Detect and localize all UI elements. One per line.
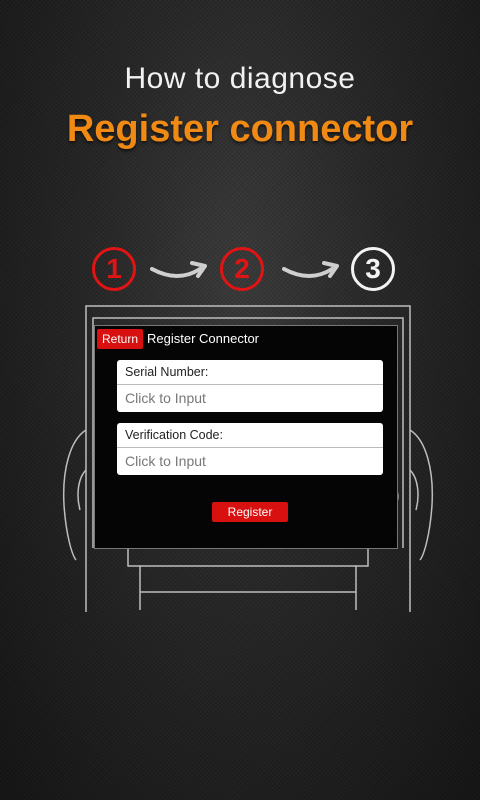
return-button[interactable]: Return <box>97 329 144 349</box>
screen-topbar: Return Register Connector <box>95 326 397 352</box>
device-screen: Return Register Connector Serial Number:… <box>94 325 398 549</box>
serial-number-label: Serial Number: <box>125 365 209 379</box>
divider <box>117 447 383 448</box>
register-button[interactable]: Register <box>212 502 288 522</box>
serial-number-input[interactable]: Click to Input <box>125 390 206 406</box>
verification-code-input[interactable]: Click to Input <box>125 453 206 469</box>
divider <box>117 384 383 385</box>
verification-code-label: Verification Code: <box>125 428 223 442</box>
screen-title: Register Connector <box>147 331 259 346</box>
serial-number-field[interactable]: Serial Number: Click to Input <box>117 360 383 412</box>
verification-code-field[interactable]: Verification Code: Click to Input <box>117 423 383 475</box>
